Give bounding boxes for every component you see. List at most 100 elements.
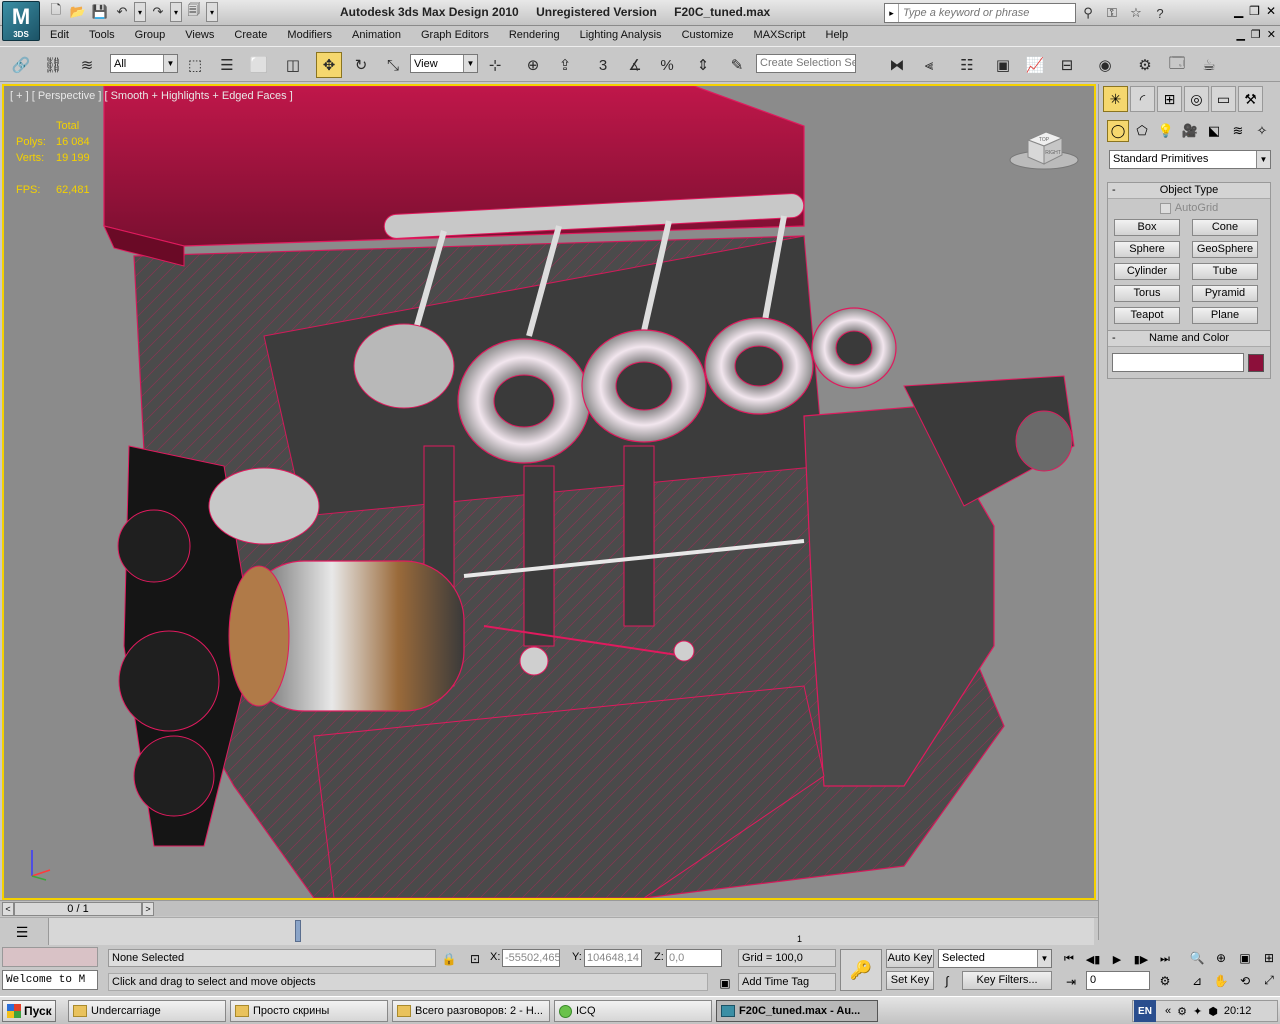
new-file-icon[interactable]: 🗋	[46, 2, 66, 22]
redo-icon[interactable]: ↷	[148, 2, 168, 22]
systems-icon[interactable]: ✧	[1251, 120, 1273, 142]
box-button[interactable]: Box	[1114, 219, 1180, 236]
schematic-view-icon[interactable]: ⊟	[1054, 52, 1080, 78]
zoom-extents-icon[interactable]: ▣	[1234, 947, 1256, 968]
start-button[interactable]: Пуск	[2, 1000, 56, 1022]
next-frame-icon[interactable]: ▮▶	[1130, 949, 1152, 969]
object-color-swatch[interactable]	[1248, 353, 1264, 372]
favorites-star-icon[interactable]: ☆	[1126, 3, 1146, 23]
spinner-snap-icon[interactable]: ⇕	[690, 52, 716, 78]
unlink-icon[interactable]: ⛓	[40, 52, 66, 78]
taskbar-item-icq[interactable]: ICQ	[554, 1000, 712, 1022]
menu-tools[interactable]: Tools	[79, 29, 125, 41]
output-flange[interactable]	[1015, 410, 1073, 472]
auto-key-button[interactable]: Auto Key	[886, 949, 934, 968]
autogrid-checkbox[interactable]: AutoGrid	[1108, 199, 1270, 217]
adaptive-degradation-icon[interactable]: ▣	[716, 974, 734, 992]
undo-icon[interactable]: ↶	[112, 2, 132, 22]
time-slider-next-icon[interactable]: >	[142, 902, 154, 916]
utilities-tab-icon[interactable]: ⚒	[1238, 86, 1263, 112]
y-coord-input[interactable]: 104648,14	[584, 949, 642, 967]
select-object-icon[interactable]: ⬚	[182, 52, 208, 78]
doc-restore-icon[interactable]: ❐	[1251, 28, 1261, 41]
undo-dropdown-icon[interactable]: ▾	[134, 2, 146, 22]
set-key-button[interactable]: Set Key	[886, 971, 934, 990]
absolute-mode-icon[interactable]: ⊡	[466, 950, 484, 968]
tube-button[interactable]: Tube	[1192, 263, 1258, 280]
restore-icon[interactable]: ❐	[1249, 4, 1260, 18]
previous-frame-icon[interactable]: ◀▮	[1082, 949, 1104, 969]
tray-security-icon[interactable]: ✦	[1193, 1005, 1202, 1018]
menu-help[interactable]: Help	[816, 29, 859, 41]
select-by-name-icon[interactable]: ☰	[214, 52, 240, 78]
time-slider-prev-icon[interactable]: <	[2, 902, 14, 916]
primitive-category-dropdown[interactable]: Standard Primitives ▼	[1109, 150, 1271, 169]
engine-model[interactable]	[4, 86, 1094, 898]
close-icon[interactable]: ✕	[1266, 4, 1276, 18]
default-tangent-icon[interactable]: ∫	[938, 972, 956, 990]
menu-animation[interactable]: Animation	[342, 29, 411, 41]
render-production-icon[interactable]: ☕	[1196, 52, 1222, 78]
helpers-icon[interactable]: ⬕	[1203, 120, 1225, 142]
perspective-viewport[interactable]: [ + ] [ Perspective ] [ Smooth + Highlig…	[2, 84, 1096, 900]
menu-maxscript[interactable]: MAXScript	[744, 29, 816, 41]
time-configuration-icon[interactable]: ⚙	[1156, 972, 1174, 990]
create-tab-icon[interactable]: ✳	[1103, 86, 1128, 112]
minimize-icon[interactable]: ▁	[1234, 4, 1243, 18]
crank-pulley[interactable]	[118, 630, 220, 732]
hierarchy-tab-icon[interactable]: ⊞	[1157, 86, 1182, 112]
select-and-move-icon[interactable]: ✥	[316, 52, 342, 78]
edit-named-selection-icon[interactable]: ✎	[724, 52, 750, 78]
doc-minimize-icon[interactable]: ▁	[1236, 28, 1244, 41]
torus-button[interactable]: Torus	[1114, 285, 1180, 302]
name-color-rollout-header[interactable]: - Name and Color	[1108, 331, 1270, 347]
track-timeline[interactable]: 1	[48, 918, 1094, 945]
zoom-all-icon[interactable]: ⊕	[1210, 947, 1232, 968]
search-input[interactable]	[899, 7, 1069, 19]
keyboard-shortcut-override-icon[interactable]: ⇪	[552, 52, 578, 78]
maxscript-listener[interactable]: Welcome to M	[2, 970, 98, 990]
tray-antivirus-icon[interactable]: ⬢	[1208, 1005, 1218, 1018]
menu-edit[interactable]: Edit	[40, 29, 79, 41]
pulley[interactable]	[133, 735, 215, 817]
taskbar-item-screenshots[interactable]: Просто скрины	[230, 1000, 388, 1022]
shapes-icon[interactable]: ⬠	[1131, 120, 1153, 142]
pivot-center-icon[interactable]: ⊹	[482, 52, 508, 78]
subscription-icon[interactable]: ⚿	[1102, 3, 1122, 23]
viewport-label[interactable]: [ + ] [ Perspective ] [ Smooth + Highlig…	[10, 90, 293, 102]
graphite-modeling-icon[interactable]: ▣	[990, 52, 1016, 78]
orbit-icon[interactable]: ⟲	[1234, 970, 1256, 991]
set-keys-icon[interactable]: 🔑	[840, 949, 882, 991]
menu-modifiers[interactable]: Modifiers	[277, 29, 342, 41]
pyramid-button[interactable]: Pyramid	[1192, 285, 1258, 302]
taskbar-item-3dsmax[interactable]: F20C_tuned.max - Au...	[716, 1000, 878, 1022]
space-warps-icon[interactable]: ≋	[1227, 120, 1249, 142]
menu-rendering[interactable]: Rendering	[499, 29, 570, 41]
percent-snap-icon[interactable]: %	[654, 52, 680, 78]
material-editor-icon[interactable]: ◉	[1092, 52, 1118, 78]
select-manipulate-icon[interactable]: ⊕	[520, 52, 546, 78]
tray-network-icon[interactable]: ⚙	[1177, 1005, 1187, 1018]
clock[interactable]: 20:12	[1224, 1005, 1252, 1017]
maximize-viewport-icon[interactable]: ⤢	[1258, 970, 1280, 991]
modify-tab-icon[interactable]: ◜	[1130, 86, 1155, 112]
object-name-input[interactable]	[1112, 353, 1244, 372]
throttle-body[interactable]	[353, 323, 455, 409]
go-to-start-icon[interactable]: ⏮	[1058, 949, 1080, 969]
cameras-icon[interactable]: 🎥	[1179, 120, 1201, 142]
lights-icon[interactable]: 💡	[1155, 120, 1177, 142]
language-indicator[interactable]: EN	[1134, 1000, 1156, 1022]
maxscript-macro-recorder[interactable]	[2, 947, 98, 967]
redo-dropdown-icon[interactable]: ▾	[170, 2, 182, 22]
rendered-frame-window-icon[interactable]: 🗔	[1164, 52, 1190, 78]
save-file-icon[interactable]: 💾	[90, 2, 110, 22]
project-folder-icon[interactable]: 🗐	[184, 2, 204, 22]
current-frame-marker[interactable]	[295, 920, 301, 942]
play-icon[interactable]: ▶	[1106, 949, 1128, 969]
key-filters-button[interactable]: Key Filters...	[962, 971, 1052, 990]
angle-snap-icon[interactable]: ∡	[622, 52, 648, 78]
motion-tab-icon[interactable]: ◎	[1184, 86, 1209, 112]
bind-space-warp-icon[interactable]: ≋	[74, 52, 100, 78]
add-time-tag[interactable]: Add Time Tag	[738, 973, 836, 991]
display-tab-icon[interactable]: ▭	[1211, 86, 1236, 112]
